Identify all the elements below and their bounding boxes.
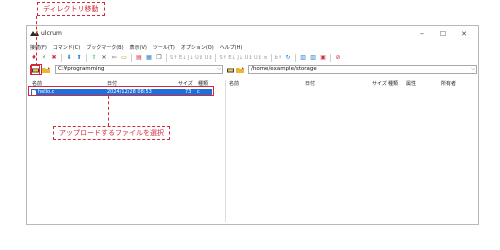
upload-icon[interactable]: ⬆ [75, 54, 83, 62]
remote-col-name[interactable]: 名前 [229, 80, 239, 88]
file-selection-highlight [28, 86, 214, 96]
toolbar-separator [61, 54, 62, 62]
toolbar-separator [295, 54, 297, 62]
menu-view[interactable]: 表示(V) [130, 44, 147, 51]
remote-col-size[interactable]: サイズ [372, 80, 387, 88]
compare-icon[interactable]: ▥ [299, 54, 307, 62]
pane-divider[interactable] [225, 80, 226, 222]
menu-options[interactable]: オプション(O) [181, 44, 214, 51]
remote-directory-change-icon[interactable] [226, 66, 234, 74]
filter-icon[interactable]: ▣ [319, 54, 327, 62]
rename-icon[interactable]: ⇦ [110, 54, 118, 62]
toolbar-separator [166, 54, 167, 62]
sort-buttons-group-1[interactable]: S↑ E↓ J↓ U↕ U↕ [170, 54, 212, 62]
menu-bookmark[interactable]: ブックマーク(B) [86, 44, 123, 51]
toolbar-separator [86, 54, 87, 62]
list-icon[interactable]: ▤ [135, 54, 143, 62]
local-file-pane: 名前 日付 サイズ 種類 hello.c 2024/12/28 08:53 73… [30, 80, 224, 222]
remote-path-input[interactable]: /home/example/storage ⌵ [248, 65, 477, 74]
directory-button-highlight [31, 64, 42, 75]
menu-connect[interactable]: 接続(F) [30, 44, 47, 51]
close-button[interactable]: ✕ [457, 28, 471, 40]
title-bar: ulcrum – ☐ ✕ [27, 26, 478, 42]
ftp-client-window: ulcrum – ☐ ✕ 接続(F) コマンド(C) ブックマーク(B) 表示(… [26, 25, 479, 225]
maximize-button[interactable]: ☐ [436, 28, 450, 40]
sort-buttons-group-2[interactable]: S↑ E↓ J↓ U↕ U↕ ≡ [219, 54, 267, 62]
sync-icon[interactable]: ▥ [309, 54, 317, 62]
chevron-down-icon[interactable]: ⌵ [471, 66, 475, 73]
remote-col-attr[interactable]: 属性 [406, 80, 416, 88]
toolbar-separator [215, 54, 217, 62]
sort-buttons-group-3[interactable]: b↑ [275, 54, 282, 62]
download-icon[interactable]: ⬇ [65, 54, 73, 62]
local-folder-icon[interactable] [42, 66, 50, 74]
remote-file-pane: 名前 日付 サイズ 種類 属性 所有者 [227, 80, 477, 222]
parent-dir-icon[interactable]: ⇧ [90, 54, 98, 62]
delete-icon[interactable]: ✕ [100, 54, 108, 62]
toolbar: ♦ ⚡ ✖ ⬇ ⬆ ⇧ ✕ ⇦ ▭ ▤ ▦ ❐ S↑ E↓ J↓ U↕ U↕ S… [27, 53, 478, 63]
copy-icon[interactable]: ❐ [155, 54, 163, 62]
window-title: ulcrum [41, 30, 62, 37]
menu-help[interactable]: ヘルプ(H) [220, 44, 243, 51]
disconnect-icon[interactable]: ✖ [50, 54, 58, 62]
remote-path-value: /home/example/storage [251, 66, 317, 72]
app-icon [30, 30, 39, 36]
local-path-value: C:¥programming [58, 66, 105, 72]
minimize-button[interactable]: – [415, 28, 429, 40]
remote-folder-icon[interactable] [236, 66, 244, 74]
local-path-input[interactable]: C:¥programming ⌵ [55, 65, 223, 74]
remote-col-owner[interactable]: 所有者 [441, 80, 456, 88]
chevron-down-icon[interactable]: ⌵ [217, 66, 221, 73]
callout-connector-top [36, 16, 37, 66]
toolbar-separator [131, 54, 132, 62]
menu-tools[interactable]: ツール(T) [153, 44, 175, 51]
callout-connector-middle [108, 96, 109, 126]
new-folder-icon[interactable]: ▭ [120, 54, 128, 62]
toolbar-separator [270, 54, 272, 62]
toolbar-separator [330, 54, 332, 62]
remote-col-date[interactable]: 日付 [305, 80, 315, 88]
menu-bar: 接続(F) コマンド(C) ブックマーク(B) 表示(V) ツール(T) オプシ… [27, 43, 478, 52]
menu-command[interactable]: コマンド(C) [53, 44, 80, 51]
stop-icon[interactable]: ⊘ [334, 54, 342, 62]
callout-select-upload-file: アップロードするファイルを選択 [53, 126, 170, 140]
details-icon[interactable]: ▦ [145, 54, 153, 62]
callout-directory-move: ディレクトリ移動 [37, 2, 105, 16]
refresh-icon[interactable]: ↻ [284, 54, 292, 62]
quick-connect-icon[interactable]: ⚡ [40, 54, 48, 62]
remote-col-type[interactable]: 種類 [388, 80, 398, 88]
